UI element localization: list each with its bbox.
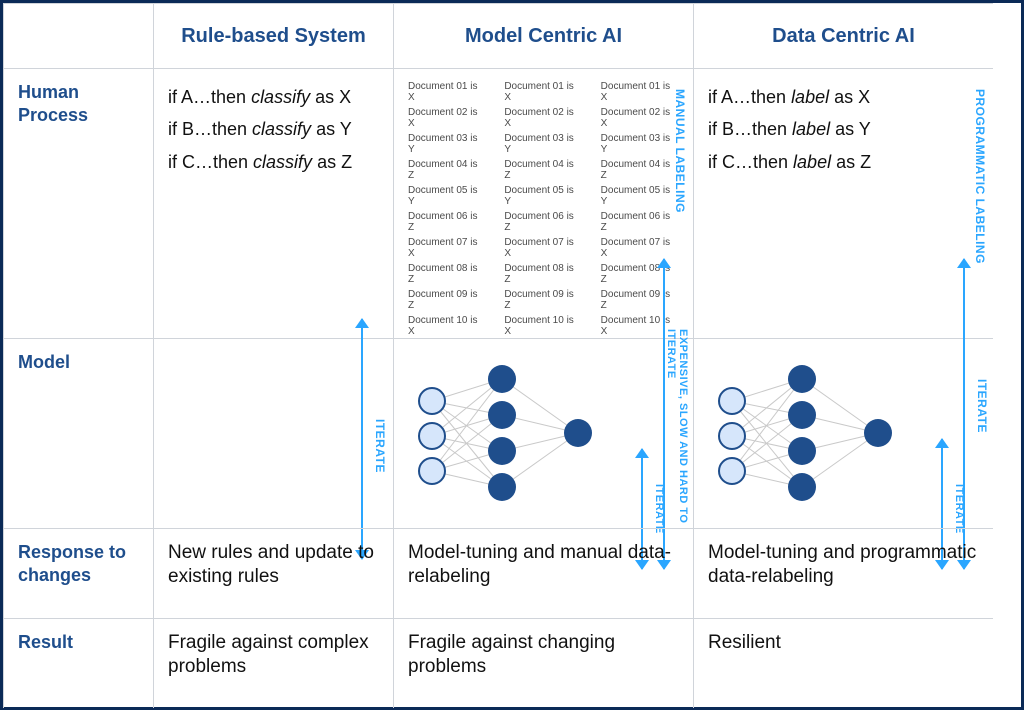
row-label-response: Response to changes: [3, 528, 153, 618]
col-header-data-centric: Data Centric AI: [693, 3, 993, 68]
doc-column: Document 01 is XDocument 02 is XDocument…: [504, 81, 582, 337]
rule-line: if B…then label as Y: [708, 113, 979, 145]
label-expensive: EXPENSIVE, SLOW AND HARD TO ITERATE: [665, 329, 689, 528]
row-label-result: Result: [3, 618, 153, 708]
cell-modelcentric-response: Model-tuning and manual data-relabeling: [393, 528, 693, 618]
cell-modelcentric-result: Fragile against changing problems: [393, 618, 693, 708]
iterate-arrow-long: [957, 259, 971, 569]
neural-network-icon: [708, 361, 928, 511]
rule-line: if C…then classify as Z: [168, 146, 379, 178]
col-header-rule-based: Rule-based System: [153, 3, 393, 68]
cell-rulebased-result: Fragile against complex problems: [153, 618, 393, 708]
cell-datacentric-response: Model-tuning and programmatic data-relab…: [693, 528, 993, 618]
col-header-model-centric: Model Centric AI: [393, 3, 693, 68]
cell-datacentric-result: Resilient: [693, 618, 993, 708]
row-label-model: Model: [3, 338, 153, 528]
rule-line: if A…then classify as X: [168, 81, 379, 113]
label-iterate: ITERATE: [975, 379, 989, 433]
cell-datacentric-model: ITERATE ITERATE: [693, 338, 993, 528]
cell-rulebased-humanprocess: if A…then classify as X if B…then classi…: [153, 68, 393, 338]
rule-line: if B…then classify as Y: [168, 113, 379, 145]
cell-datacentric-humanprocess: if A…then label as X if B…then label as …: [693, 68, 993, 338]
iterate-arrow: [355, 319, 369, 559]
label-manual-labeling: MANUAL LABELING: [673, 89, 687, 213]
row-label-human-process: Human Process: [3, 68, 153, 338]
comparison-table: Rule-based System Model Centric AI Data …: [0, 0, 1024, 710]
rule-line: if A…then label as X: [708, 81, 979, 113]
document-list: Document 01 is XDocument 02 is XDocument…: [408, 81, 679, 337]
cell-rulebased-response: New rules and update to existing rules: [153, 528, 393, 618]
cell-rulebased-model: ITERATE: [153, 338, 393, 528]
doc-column: Document 01 is XDocument 02 is XDocument…: [408, 81, 486, 337]
neural-network-icon: [408, 361, 628, 511]
label-iterate: ITERATE: [373, 419, 387, 473]
cell-modelcentric-humanprocess: Document 01 is XDocument 02 is XDocument…: [393, 68, 693, 338]
cell-modelcentric-model: ITERATE EXPENSIVE, SLOW AND HARD TO ITER…: [393, 338, 693, 528]
corner-cell: [3, 3, 153, 68]
label-programmatic-labeling: PROGRAMMATIC LABELING: [973, 89, 987, 264]
rule-line: if C…then label as Z: [708, 146, 979, 178]
